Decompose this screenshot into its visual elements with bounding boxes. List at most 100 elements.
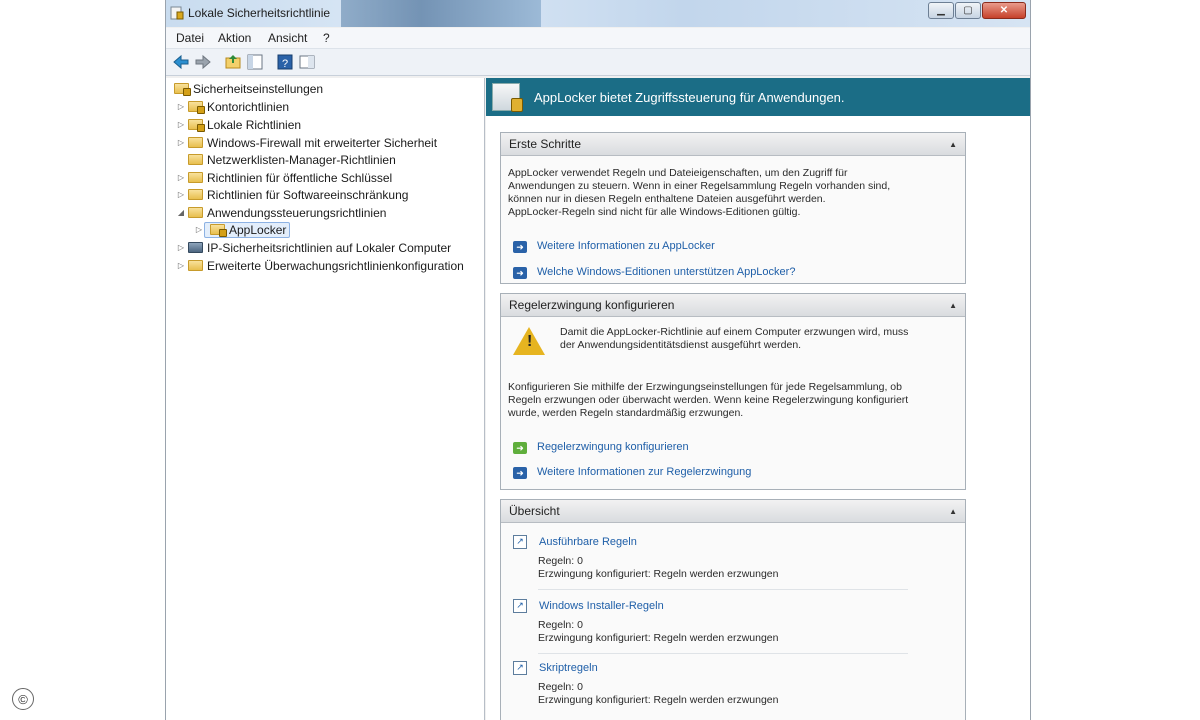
tree-item-softwareeinschraenkung[interactable]: ▷ Richtlinien für Softwareeinschränkung	[176, 186, 409, 203]
link-text[interactable]: Weitere Informationen zur Regelerzwingun…	[537, 466, 751, 479]
minimize-button[interactable]: ▁	[928, 2, 954, 19]
expand-icon[interactable]: ▷	[176, 261, 186, 270]
folder-icon	[188, 101, 205, 114]
tree-item-label: Windows-Firewall mit erweiterter Sicherh…	[207, 135, 438, 150]
tree-root-label: Sicherheitseinstellungen	[193, 81, 324, 96]
rule-link[interactable]: ↗ Windows Installer-Regeln	[513, 599, 953, 613]
tree-item-netzwerklisten[interactable]: Netzwerklisten-Manager-Richtlinien	[176, 151, 396, 168]
panel-header[interactable]: Regelerzwingung konfigurieren ▲	[501, 294, 965, 317]
properties-pane-icon[interactable]	[298, 53, 316, 71]
text-line: der Anwendungsidentitätsdienst ausgeführ…	[560, 339, 802, 351]
folder-icon	[188, 260, 203, 271]
minimize-icon: ▁	[937, 5, 945, 16]
menu-aktion[interactable]: Aktion	[218, 31, 251, 45]
rule-link[interactable]: ↗ Ausführbare Regeln	[513, 535, 953, 549]
tree-item-label: Richtlinien für Softwareeinschränkung	[207, 187, 409, 202]
arrow-right-icon: ➜	[513, 441, 527, 454]
show-hide-tree-icon[interactable]	[246, 53, 264, 71]
collapse-caret-icon[interactable]: ▲	[949, 140, 957, 149]
panel-regelerzwingung: Regelerzwingung konfigurieren ▲ ! Damit …	[500, 293, 966, 490]
back-arrow-icon[interactable]	[172, 53, 190, 71]
collapse-caret-icon[interactable]: ▲	[949, 301, 957, 310]
rule-meta: Regeln: 0 Erzwingung konfiguriert: Regel…	[538, 619, 953, 645]
collapse-caret-icon[interactable]: ▲	[949, 507, 957, 516]
tree-item-applocker[interactable]: ▷ AppLocker	[194, 221, 291, 238]
panel-uebersicht: Übersicht ▲ ↗ Ausführbare Regeln Regeln:…	[500, 499, 966, 720]
rule-link[interactable]: ↗ Skriptregeln	[513, 661, 953, 675]
warning-text: Damit die AppLocker-Richtlinie auf einem…	[560, 326, 950, 352]
tree-item-kontorichtlinien[interactable]: ▷ Kontorichtlinien	[176, 98, 289, 115]
tree-item-ueberwachung[interactable]: ▷ Erweiterte Überwachungsrichtlinienkonf…	[176, 257, 464, 274]
rule-windows-installer: ↗ Windows Installer-Regeln Regeln: 0 Erz…	[513, 599, 953, 654]
tree-item-anwendungssteuerung[interactable]: ◢ Anwendungssteuerungsrichtlinien	[176, 204, 387, 221]
link-text[interactable]: Regelerzwingung konfigurieren	[537, 441, 689, 454]
tree-item-label: Erweiterte Überwachungsrichtlinienkonfig…	[207, 258, 464, 273]
tree-item-label: AppLocker	[229, 222, 287, 237]
main-window: Lokale Sicherheitsrichtlinie ▁ ▢ ✕ Datei…	[165, 0, 1031, 720]
tree-root[interactable]: Sicherheitseinstellungen	[172, 80, 323, 97]
menu-datei[interactable]: Datei	[176, 31, 204, 45]
folder-icon	[188, 172, 203, 183]
enforcement-paragraph: Konfigurieren Sie mithilfe der Erzwingun…	[508, 381, 948, 420]
expand-icon[interactable]: ▷	[176, 138, 186, 147]
menu-ansicht[interactable]: Ansicht	[268, 31, 307, 45]
tree-item-oeffentliche-schluessel[interactable]: ▷ Richtlinien für öffentliche Schlüssel	[176, 169, 392, 186]
rule-script: ↗ Skriptregeln Regeln: 0 Erzwingung konf…	[513, 661, 953, 707]
toolbar: ?	[166, 49, 1030, 76]
tree-item-windows-firewall[interactable]: ▷ Windows-Firewall mit erweiterter Siche…	[176, 134, 437, 151]
panel-header[interactable]: Übersicht ▲	[501, 500, 965, 523]
rule-name[interactable]: Ausführbare Regeln	[539, 536, 637, 549]
applocker-icon	[210, 224, 227, 237]
link-text[interactable]: Weitere Informationen zu AppLocker	[537, 240, 715, 253]
rule-name[interactable]: Windows Installer-Regeln	[539, 600, 664, 613]
expand-icon[interactable]: ▷	[176, 190, 186, 199]
folder-icon	[188, 137, 203, 148]
link-windows-editions[interactable]: ➜ Welche Windows-Editionen unterstützen …	[513, 266, 795, 279]
forward-arrow-icon[interactable]	[194, 53, 212, 71]
tree-item-label: Netzwerklisten-Manager-Richtlinien	[207, 152, 396, 167]
folder-icon	[188, 207, 203, 218]
text-line: AppLocker verwendet Regeln und Dateieige…	[508, 167, 848, 179]
title-bar-decoration	[341, 0, 541, 27]
tree-item-ip-sicherheit[interactable]: ▷ IP-Sicherheitsrichtlinien auf Lokaler …	[176, 239, 451, 256]
collapse-icon[interactable]: ◢	[176, 208, 186, 217]
rule-executable: ↗ Ausführbare Regeln Regeln: 0 Erzwingun…	[513, 535, 953, 590]
close-icon: ✕	[999, 5, 1009, 16]
title-bar[interactable]: Lokale Sicherheitsrichtlinie ▁ ▢ ✕	[166, 0, 1030, 27]
window-controls: ▁ ▢ ✕	[927, 2, 1026, 19]
rule-status: Erzwingung konfiguriert: Regeln werden e…	[538, 694, 779, 706]
text-line: Damit die AppLocker-Richtlinie auf einem…	[560, 326, 909, 338]
tree-item-label: Lokale Richtlinien	[207, 117, 302, 132]
rule-status: Erzwingung konfiguriert: Regeln werden e…	[538, 632, 779, 644]
maximize-button[interactable]: ▢	[955, 2, 981, 19]
applocker-lock-icon	[492, 83, 523, 112]
expand-icon[interactable]: ▷	[176, 120, 186, 129]
expand-icon[interactable]: ▷	[194, 225, 204, 234]
text-line: können nur in diesen Regeln enthaltene D…	[508, 193, 826, 205]
svg-text:?: ?	[282, 58, 288, 70]
close-button[interactable]: ✕	[982, 2, 1026, 19]
up-folder-icon[interactable]	[224, 53, 242, 71]
security-settings-icon	[174, 83, 191, 96]
link-more-info-enforcement[interactable]: ➜ Weitere Informationen zur Regelerzwing…	[513, 466, 751, 479]
menu-help[interactable]: ?	[323, 31, 330, 45]
help-icon[interactable]: ?	[276, 53, 294, 71]
panel-header[interactable]: Erste Schritte ▲	[501, 133, 965, 156]
selected-node[interactable]: AppLocker	[204, 221, 291, 238]
link-more-info-applocker[interactable]: ➜ Weitere Informationen zu AppLocker	[513, 240, 715, 253]
expand-icon[interactable]: ▷	[176, 243, 186, 252]
arrow-right-icon: ➜	[513, 466, 527, 479]
arrow-right-icon: ➜	[513, 240, 527, 253]
panel-body: ! Damit die AppLocker-Richtlinie auf ein…	[501, 317, 965, 490]
panel-title: Erste Schritte	[509, 137, 582, 151]
rule-name[interactable]: Skriptregeln	[539, 662, 598, 675]
expand-icon[interactable]: ▷	[176, 102, 186, 111]
text-line: Anwendungen zu steuern. Wenn in einer Re…	[508, 180, 891, 192]
link-configure-enforcement[interactable]: ➜ Regelerzwingung konfigurieren	[513, 441, 689, 454]
panel-body: AppLocker verwendet Regeln und Dateieige…	[501, 156, 965, 284]
folder-icon	[188, 119, 205, 132]
panel-erste-schritte: Erste Schritte ▲ AppLocker verwendet Reg…	[500, 132, 966, 284]
tree-item-lokale-richtlinien[interactable]: ▷ Lokale Richtlinien	[176, 116, 301, 133]
expand-icon[interactable]: ▷	[176, 173, 186, 182]
link-text[interactable]: Welche Windows-Editionen unterstützen Ap…	[537, 266, 795, 279]
